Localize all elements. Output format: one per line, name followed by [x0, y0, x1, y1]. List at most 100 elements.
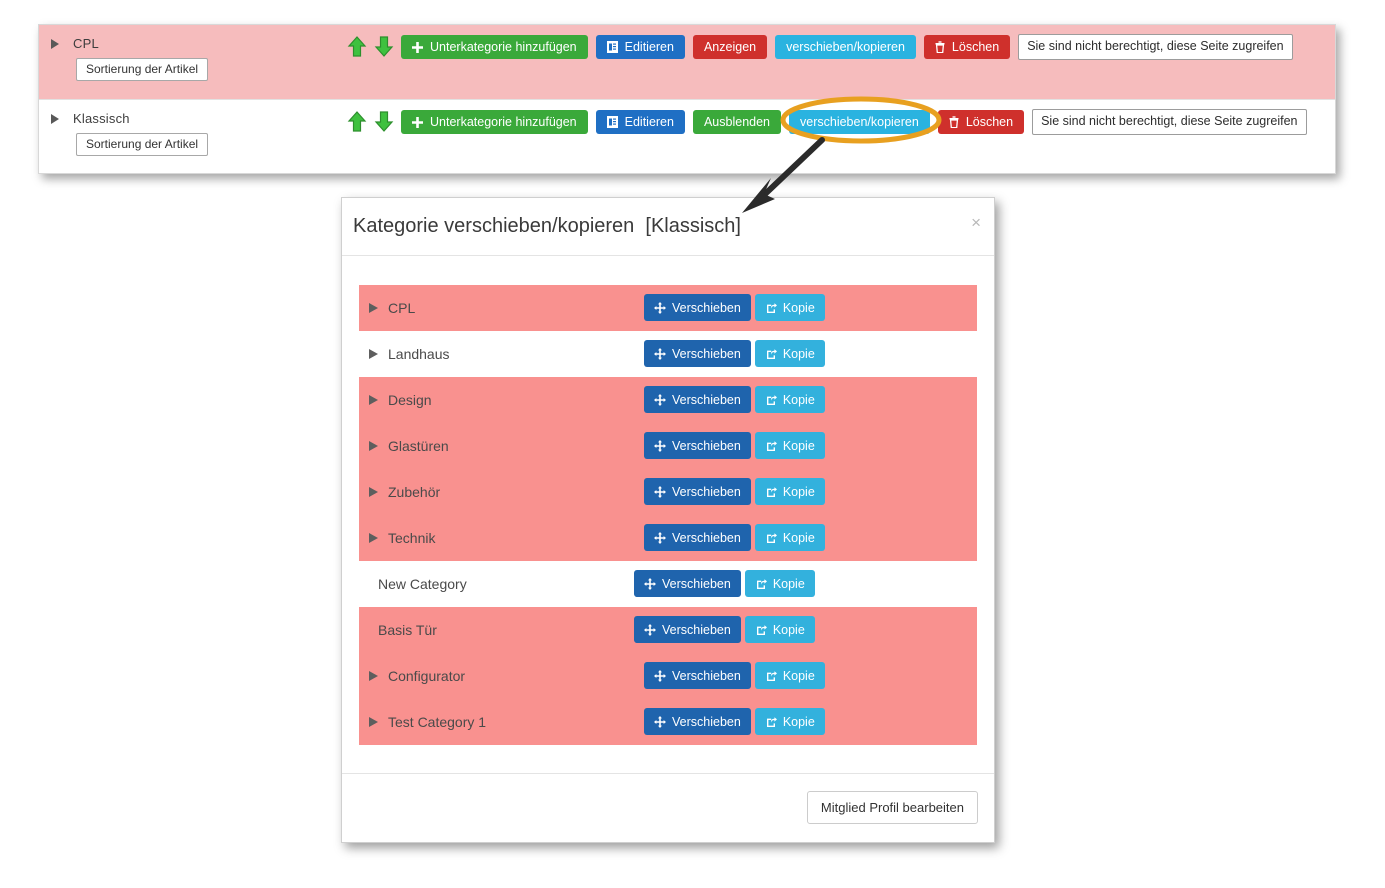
arrow-down-icon[interactable]: [374, 110, 394, 134]
move-button[interactable]: Verschieben: [644, 340, 751, 367]
move-button[interactable]: Verschieben: [644, 478, 751, 505]
permission-note: Sie sind nicht berechtigt, diese Seite z…: [1018, 34, 1293, 60]
add-subcategory-button[interactable]: Unterkategorie hinzufügen: [401, 110, 588, 134]
edit-button[interactable]: Editieren: [595, 110, 685, 134]
copy-share-icon: [765, 532, 777, 544]
arrows-move-icon: [654, 485, 666, 498]
hide-button[interactable]: Ausblenden: [692, 110, 781, 134]
copy-share-icon: [765, 394, 777, 406]
copy-button[interactable]: Kopie: [744, 616, 815, 643]
move-button-label: Verschieben: [672, 346, 741, 361]
expand-triangle-icon[interactable]: [369, 395, 378, 405]
copy-button[interactable]: Kopie: [754, 524, 825, 551]
copy-button-label: Kopie: [782, 346, 815, 361]
modal-header: Kategorie verschieben/kopieren [Klassisc…: [342, 198, 994, 256]
expand-triangle-icon[interactable]: [369, 349, 378, 359]
move-button-label: Verschieben: [672, 484, 741, 499]
category-list-item-label: Landhaus: [388, 346, 450, 362]
edit-document-icon: [606, 116, 618, 128]
category-list-item-label: Design: [388, 392, 432, 408]
edit-label: Editieren: [624, 115, 674, 129]
close-icon[interactable]: ×: [971, 214, 981, 231]
move-button[interactable]: Verschieben: [634, 616, 741, 643]
expand-triangle-icon[interactable]: [369, 671, 378, 681]
expand-triangle-icon[interactable]: [369, 487, 378, 497]
copy-button[interactable]: Kopie: [744, 570, 815, 597]
delete-button[interactable]: Löschen: [923, 35, 1011, 59]
arrow-up-icon[interactable]: [347, 35, 367, 59]
copy-button[interactable]: Kopie: [754, 708, 825, 735]
move-copy-button[interactable]: verschieben/kopieren: [789, 110, 930, 134]
arrow-down-icon[interactable]: [374, 35, 394, 59]
arrows-move-icon: [654, 439, 666, 452]
move-button-label: Verschieben: [672, 668, 741, 683]
move-button[interactable]: Verschieben: [644, 386, 751, 413]
delete-label: Löschen: [965, 115, 1014, 129]
arrows-move-icon: [654, 393, 666, 406]
arrows-move-icon: [654, 301, 666, 314]
move-button-label: Verschieben: [672, 438, 741, 453]
add-subcategory-button[interactable]: Unterkategorie hinzufügen: [401, 35, 588, 59]
arrows-move-icon: [654, 669, 666, 682]
move-button[interactable]: Verschieben: [644, 662, 751, 689]
copy-button[interactable]: Kopie: [754, 478, 825, 505]
move-button-label: Verschieben: [672, 714, 741, 729]
copy-share-icon: [765, 302, 777, 314]
move-button-label: Verschieben: [672, 300, 741, 315]
copy-button-label: Kopie: [782, 438, 815, 453]
copy-button[interactable]: Kopie: [754, 340, 825, 367]
trash-icon: [935, 41, 945, 54]
row-actions: Verschieben Kopie: [644, 524, 825, 551]
row-actions: Verschieben Kopie: [644, 432, 825, 459]
move-button[interactable]: Verschieben: [644, 524, 751, 551]
edit-button[interactable]: Editieren: [595, 35, 685, 59]
expand-triangle-icon[interactable]: [369, 717, 378, 727]
arrow-up-icon[interactable]: [347, 110, 367, 134]
modal-footer: Mitglied Profil bearbeiten: [342, 773, 994, 842]
row-toolbar: Unterkategorie hinzufügen Editieren Anze…: [347, 34, 1293, 60]
add-subcategory-label: Unterkategorie hinzufügen: [430, 40, 577, 54]
row-actions: Verschieben Kopie: [634, 570, 815, 597]
category-list-item: Glastüren Verschieben Kopie: [359, 423, 977, 469]
move-button[interactable]: Verschieben: [644, 708, 751, 735]
category-list-item: Landhaus Verschieben Kopie: [359, 331, 977, 377]
copy-button[interactable]: Kopie: [754, 432, 825, 459]
move-button[interactable]: Verschieben: [644, 294, 751, 321]
move-button[interactable]: Verschieben: [634, 570, 741, 597]
expand-triangle-icon[interactable]: [369, 303, 378, 313]
copy-button-label: Kopie: [772, 622, 805, 637]
category-list-item: Basis Tür Verschieben Kopie: [359, 607, 977, 653]
category-list-item-label: CPL: [388, 300, 416, 316]
expand-triangle-icon[interactable]: [369, 441, 378, 451]
category-title: Klassisch: [73, 111, 130, 126]
row-actions: Verschieben Kopie: [644, 662, 825, 689]
edit-member-profile-button[interactable]: Mitglied Profil bearbeiten: [806, 791, 978, 824]
row-toolbar: Unterkategorie hinzufügen Editieren Ausb…: [347, 109, 1307, 135]
category-list-item-label: Configurator: [388, 668, 466, 684]
delete-label: Löschen: [951, 40, 1000, 54]
show-button[interactable]: Anzeigen: [692, 35, 768, 59]
move-button[interactable]: Verschieben: [644, 432, 751, 459]
copy-button-label: Kopie: [782, 392, 815, 407]
expand-triangle-icon[interactable]: [51, 39, 59, 49]
arrows-move-icon: [654, 531, 666, 544]
row-actions: Verschieben Kopie: [634, 616, 815, 643]
delete-button[interactable]: Löschen: [937, 110, 1025, 134]
category-list-item: New Category Verschieben Kopie: [359, 561, 977, 607]
category-list-item-label: Technik: [388, 530, 436, 546]
copy-button-label: Kopie: [782, 714, 815, 729]
category-list-item-label: Glastüren: [388, 438, 449, 454]
copy-button[interactable]: Kopie: [754, 294, 825, 321]
copy-button[interactable]: Kopie: [754, 386, 825, 413]
copy-button[interactable]: Kopie: [754, 662, 825, 689]
sort-articles-button[interactable]: Sortierung der Artikel: [76, 133, 209, 156]
expand-triangle-icon[interactable]: [369, 533, 378, 543]
move-button-label: Verschieben: [662, 576, 731, 591]
row-actions: Verschieben Kopie: [644, 386, 825, 413]
copy-share-icon: [765, 486, 777, 498]
expand-triangle-icon[interactable]: [51, 114, 59, 124]
copy-button-label: Kopie: [782, 300, 815, 315]
sort-articles-button[interactable]: Sortierung der Artikel: [76, 58, 209, 81]
move-copy-button[interactable]: verschieben/kopieren: [775, 35, 916, 59]
category-list-item-label: New Category: [378, 576, 467, 592]
